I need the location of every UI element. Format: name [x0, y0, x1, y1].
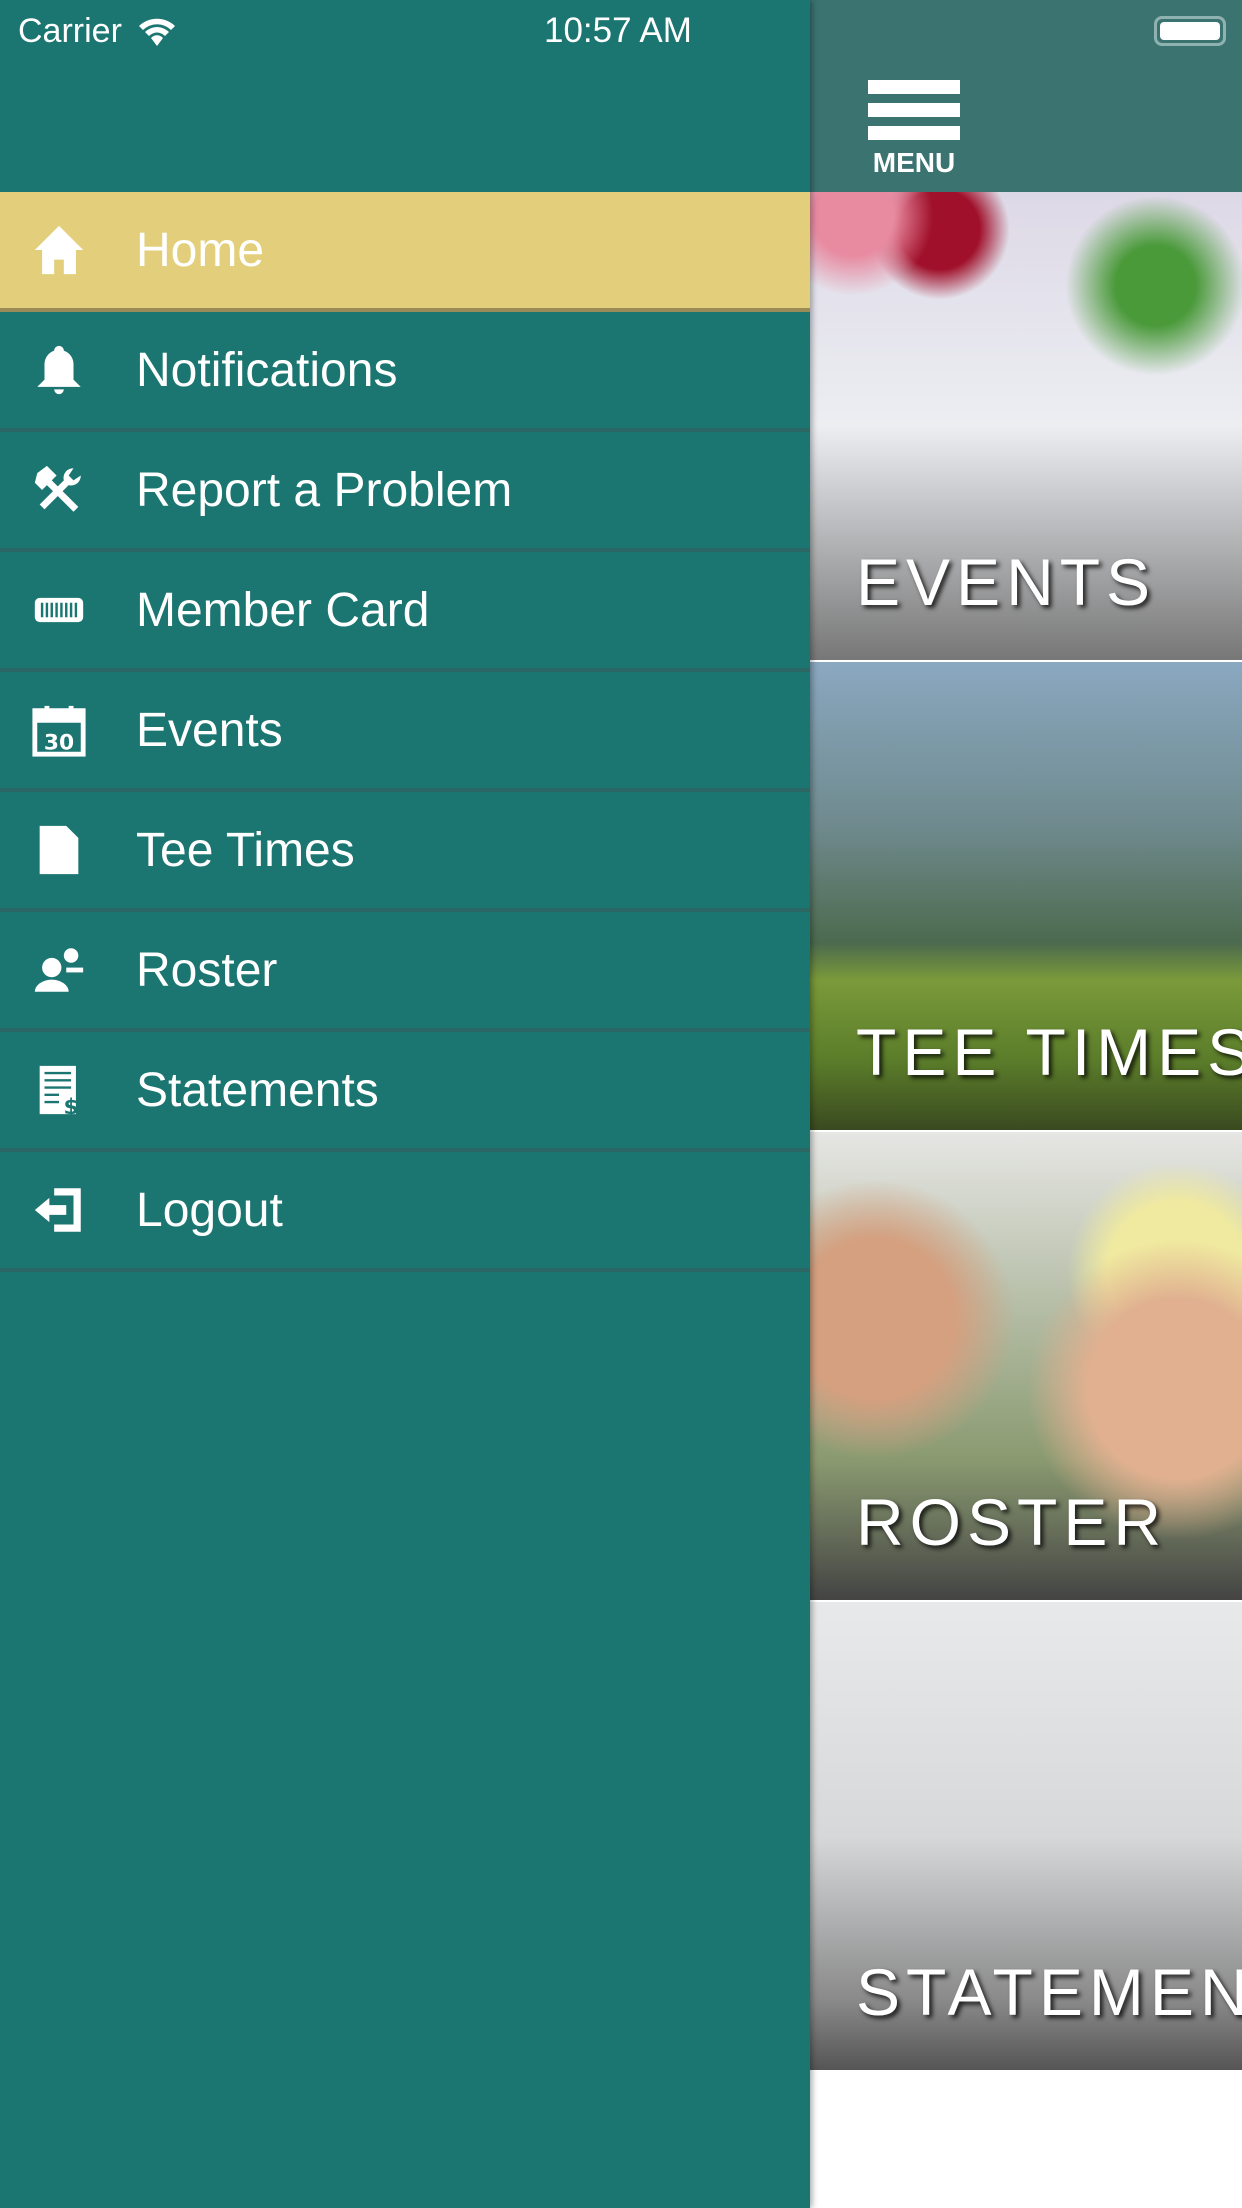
menu-item-roster[interactable]: Roster [0, 912, 810, 1032]
tile-roster[interactable]: ROSTER [810, 1132, 1242, 1600]
menu-label: Tee Times [136, 823, 355, 877]
tools-icon [28, 459, 90, 521]
tile-statements[interactable]: STATEMENTS [810, 1602, 1242, 2070]
menu-item-member-card[interactable]: Member Card [0, 552, 810, 672]
menu-item-tee-times[interactable]: Tee Times [0, 792, 810, 912]
document-icon [28, 819, 90, 881]
menu-label: Member Card [136, 583, 430, 637]
bell-icon [28, 339, 90, 401]
tile-label: ROSTER [856, 1485, 1168, 1559]
menu-label: Report a Problem [136, 463, 513, 517]
tile-label: TEE TIMES [856, 1015, 1242, 1089]
svg-text:$: $ [64, 1095, 79, 1119]
battery-icon [1154, 16, 1226, 46]
statement-icon: $ [28, 1059, 90, 1121]
tile-label: STATEMENTS [856, 1955, 1242, 2029]
menu-item-notifications[interactable]: Notifications [0, 312, 810, 432]
home-icon [28, 219, 90, 281]
menu-item-logout[interactable]: Logout [0, 1152, 810, 1272]
menu-label: Events [136, 703, 283, 757]
hamburger-icon [868, 80, 960, 94]
people-icon [28, 939, 90, 1001]
status-carrier: Carrier [18, 0, 178, 62]
menu-button[interactable]: MENU [868, 80, 960, 179]
menu-label: MENU [872, 147, 956, 178]
svg-text:30: 30 [44, 730, 74, 755]
menu-label: Home [136, 223, 265, 277]
status-time: 10:57 AM [544, 11, 692, 50]
tile-tee-times[interactable]: TEE TIMES [810, 662, 1242, 1130]
menu-label: Statements [136, 1063, 379, 1117]
wifi-icon [138, 18, 175, 46]
side-drawer: Carrier 10:57 AM Home Notifications Repo… [0, 0, 810, 2208]
menu-item-report-a-problem[interactable]: Report a Problem [0, 432, 810, 552]
top-bar: MENU [810, 0, 1242, 192]
tile-events[interactable]: EVENTS [810, 192, 1242, 660]
drawer-menu: Home Notifications Report a Problem Memb… [0, 192, 810, 1272]
barcode-card-icon [28, 579, 90, 641]
home-screen: MENU EVENTS TEE TIMES ROSTER STATEMENTS [810, 0, 1242, 2208]
logout-icon [28, 1179, 90, 1241]
menu-item-statements[interactable]: $ Statements [0, 1032, 810, 1152]
tile-label: EVENTS [856, 545, 1157, 619]
carrier-label: Carrier [18, 11, 122, 50]
menu-label: Notifications [136, 343, 398, 397]
menu-item-events[interactable]: 30 Events [0, 672, 810, 792]
calendar-icon: 30 [28, 699, 90, 761]
menu-label: Roster [136, 943, 278, 997]
menu-label: Logout [136, 1183, 283, 1237]
menu-item-home[interactable]: Home [0, 192, 810, 312]
